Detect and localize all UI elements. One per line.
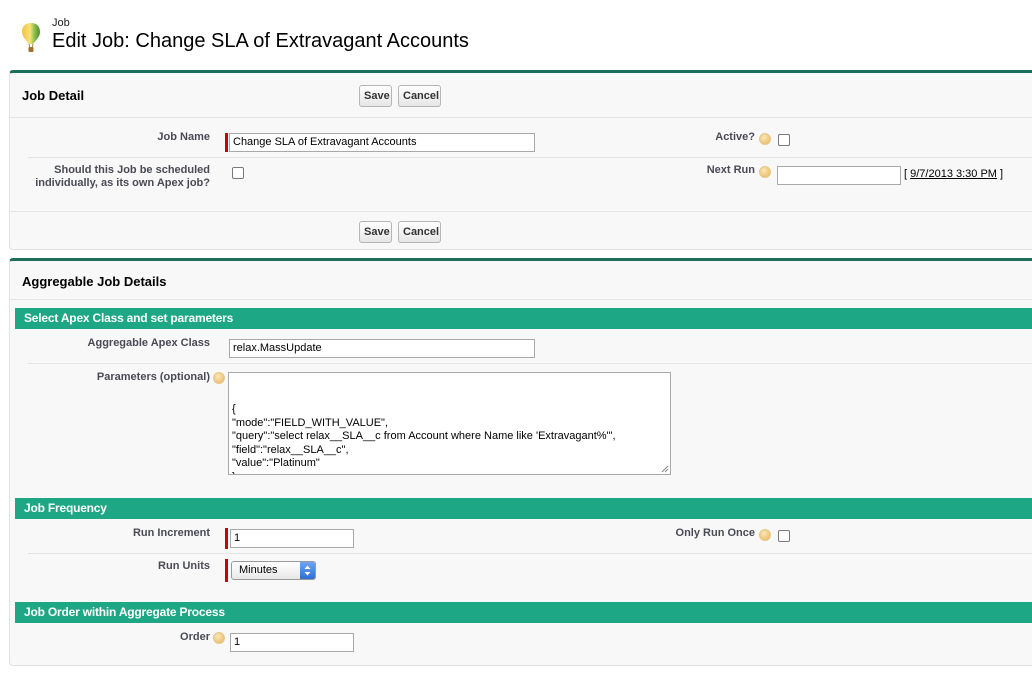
job-detail-panel [9,70,1032,250]
divider [28,363,1032,364]
order-label: Order [180,631,210,643]
only-run-once-checkbox[interactable] [778,530,790,542]
run-increment-label: Run Increment [132,527,210,539]
apex-class-section-header: Select Apex Class and set parameters [15,308,1032,329]
next-run-date-link-wrapper: [ 9/7/2013 3:30 PM ] [904,168,1003,180]
help-icon[interactable] [759,529,771,541]
schedule-individually-label: Should this Job be scheduled individuall… [20,164,210,190]
resize-grip-icon[interactable] [661,465,669,473]
next-run-date-link[interactable]: 9/7/2013 3:30 PM [910,168,997,180]
job-order-section-header: Job Order within Aggregate Process [15,602,1032,623]
divider [28,157,1032,158]
divider [10,299,1032,300]
divider [10,117,1032,118]
aggregable-apex-class-input[interactable]: relax.MassUpdate [229,339,535,358]
bracket-close: ] [996,168,1004,180]
cancel-button-top[interactable]: Cancel [398,85,441,107]
parameters-label: Parameters (optional) [96,371,210,383]
aggregable-job-details-title: Aggregable Job Details [22,274,167,289]
next-run-label: Next Run [706,164,755,176]
hot-air-balloon-icon [22,22,40,54]
help-icon[interactable] [759,133,771,145]
next-run-input[interactable] [777,166,901,185]
schedule-label-line2: individually, as its own Apex job? [35,177,210,189]
parameters-textarea[interactable]: { "mode":"FIELD_WITH_VALUE", "query":"se… [228,372,671,475]
job-name-input[interactable]: Change SLA of Extravagant Accounts [229,133,535,152]
schedule-individually-checkbox[interactable] [232,167,244,179]
required-indicator [225,528,228,549]
save-button-bottom[interactable]: Save [359,221,392,243]
order-input[interactable]: 1 [230,633,354,652]
save-button-top[interactable]: Save [359,85,392,107]
required-indicator [225,559,228,582]
only-run-once-label: Only Run Once [675,527,755,539]
help-icon[interactable] [759,166,771,178]
cancel-button-bottom[interactable]: Cancel [398,221,441,243]
run-increment-input[interactable]: 1 [230,529,354,548]
help-icon[interactable] [213,632,225,644]
aggregable-apex-class-label: Aggregable Apex Class [87,337,210,349]
run-units-value: Minutes [239,564,278,576]
page-title: Edit Job: Change SLA of Extravagant Acco… [52,30,469,52]
active-checkbox[interactable] [778,134,790,146]
active-label: Active? [715,131,755,143]
job-detail-title: Job Detail [22,88,85,103]
select-arrows-icon [300,562,315,579]
required-indicator [225,133,228,152]
job-name-label: Job Name [157,131,210,143]
schedule-label-line1: Should this Job be scheduled [54,164,210,176]
divider [28,553,1032,554]
job-frequency-section-header: Job Frequency [15,498,1032,519]
object-type-label: Job [52,17,70,29]
run-units-label: Run Units [158,560,210,572]
run-units-select[interactable]: Minutes [231,561,316,580]
divider [10,211,1032,212]
help-icon[interactable] [213,372,225,384]
parameters-text: { "mode":"FIELD_WITH_VALUE", "query":"se… [232,403,616,474]
